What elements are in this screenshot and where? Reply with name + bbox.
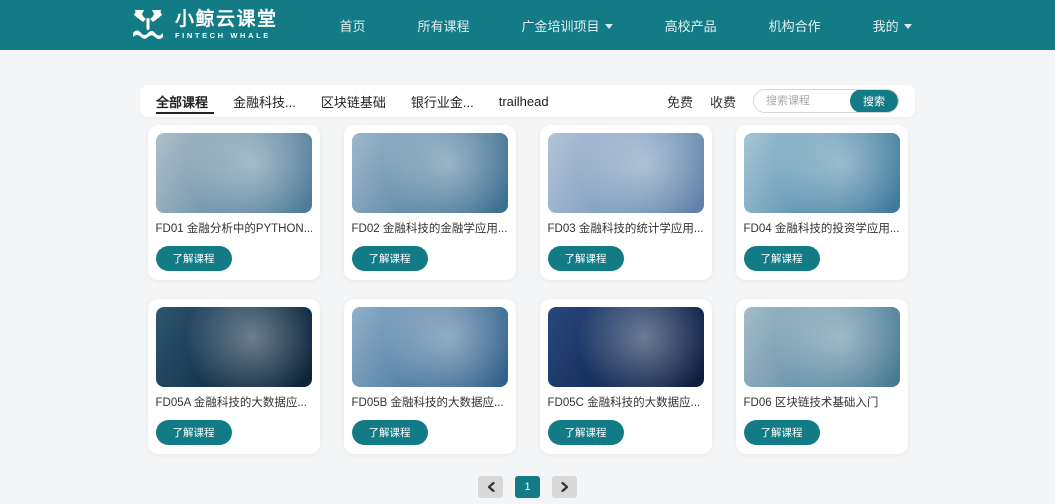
course-card: FD03 金融科技的统计学应用... 了解课程 <box>540 125 712 280</box>
top-navbar: 小鲸云课堂 FINTECH WHALE 首页 所有课程 广金培训项目 高校产品 … <box>0 0 1055 50</box>
search-input[interactable] <box>754 95 850 107</box>
learn-course-button[interactable]: 了解课程 <box>352 246 428 271</box>
chevron-right-icon <box>561 482 569 492</box>
course-image[interactable] <box>548 133 704 213</box>
course-image[interactable] <box>548 307 704 387</box>
nav-item-institution-cooperation[interactable]: 机构合作 <box>769 16 821 35</box>
course-title: FD03 金融科技的统计学应用... <box>548 220 704 236</box>
course-card: FD05C 金融科技的大数据应... 了解课程 <box>540 299 712 454</box>
course-card: FD05A 金融科技的大数据应... 了解课程 <box>148 299 320 454</box>
chevron-down-icon <box>605 24 613 29</box>
course-title: FD05B 金融科技的大数据应... <box>352 394 508 410</box>
course-image[interactable] <box>156 133 312 213</box>
tab-fintech[interactable]: 金融科技... <box>233 85 296 117</box>
course-card: FD02 金融科技的金融学应用... 了解课程 <box>344 125 516 280</box>
filter-paid[interactable]: 收费 <box>710 92 736 111</box>
learn-course-button[interactable]: 了解课程 <box>156 246 232 271</box>
main-nav: 首页 所有课程 广金培训项目 高校产品 机构合作 我的 <box>340 16 912 35</box>
tab-trailhead[interactable]: trailhead <box>499 85 549 117</box>
nav-item-training-programs[interactable]: 广金培训项目 <box>522 16 613 35</box>
course-card: FD06 区块链技术基础入门 了解课程 <box>736 299 908 454</box>
search-button[interactable]: 搜索 <box>850 89 898 113</box>
prev-page-button[interactable] <box>478 476 503 498</box>
learn-course-button[interactable]: 了解课程 <box>156 420 232 445</box>
tab-all-courses[interactable]: 全部课程 <box>156 85 208 117</box>
learn-course-button[interactable]: 了解课程 <box>744 420 820 445</box>
logo-title: 小鲸云课堂 <box>175 10 278 29</box>
search-box: 搜索 <box>753 89 899 113</box>
nav-item-my[interactable]: 我的 <box>873 16 912 35</box>
learn-course-button[interactable]: 了解课程 <box>548 246 624 271</box>
course-image[interactable] <box>744 307 900 387</box>
course-title: FD01 金融分析中的PYTHON... <box>156 220 312 236</box>
logo-subtitle: FINTECH WHALE <box>175 32 278 40</box>
learn-course-button[interactable]: 了解课程 <box>548 420 624 445</box>
course-filter-bar: 全部课程 金融科技... 区块链基础 银行业金... trailhead 免费 … <box>140 85 915 117</box>
nav-item-home[interactable]: 首页 <box>340 16 366 35</box>
course-title: FD05C 金融科技的大数据应... <box>548 394 704 410</box>
category-tabs: 全部课程 金融科技... 区块链基础 银行业金... trailhead <box>156 85 549 117</box>
course-image[interactable] <box>744 133 900 213</box>
course-card: FD01 金融分析中的PYTHON... 了解课程 <box>148 125 320 280</box>
chevron-down-icon <box>904 24 912 29</box>
nav-item-university-products[interactable]: 高校产品 <box>665 16 717 35</box>
course-card: FD04 金融科技的投资学应用... 了解课程 <box>736 125 908 280</box>
course-image[interactable] <box>352 133 508 213</box>
tab-blockchain-basics[interactable]: 区块链基础 <box>321 85 386 117</box>
logo[interactable]: 小鲸云课堂 FINTECH WHALE <box>130 9 278 41</box>
course-image[interactable] <box>156 307 312 387</box>
course-image[interactable] <box>352 307 508 387</box>
next-page-button[interactable] <box>552 476 577 498</box>
learn-course-button[interactable]: 了解课程 <box>744 246 820 271</box>
course-title: FD04 金融科技的投资学应用... <box>744 220 900 236</box>
nav-item-all-courses[interactable]: 所有课程 <box>418 16 470 35</box>
course-title: FD05A 金融科技的大数据应... <box>156 394 312 410</box>
course-card: FD05B 金融科技的大数据应... 了解课程 <box>344 299 516 454</box>
course-title: FD02 金融科技的金融学应用... <box>352 220 508 236</box>
course-title: FD06 区块链技术基础入门 <box>744 394 900 410</box>
filter-free[interactable]: 免费 <box>667 92 693 111</box>
course-grid: FD01 金融分析中的PYTHON... 了解课程 FD02 金融科技的金融学应… <box>148 125 908 454</box>
whale-flags-icon <box>130 9 166 41</box>
tab-banking-finance[interactable]: 银行业金... <box>411 85 474 117</box>
learn-course-button[interactable]: 了解课程 <box>352 420 428 445</box>
pagination: 1 <box>140 476 915 498</box>
chevron-left-icon <box>487 482 495 492</box>
page-number-active[interactable]: 1 <box>515 476 540 498</box>
